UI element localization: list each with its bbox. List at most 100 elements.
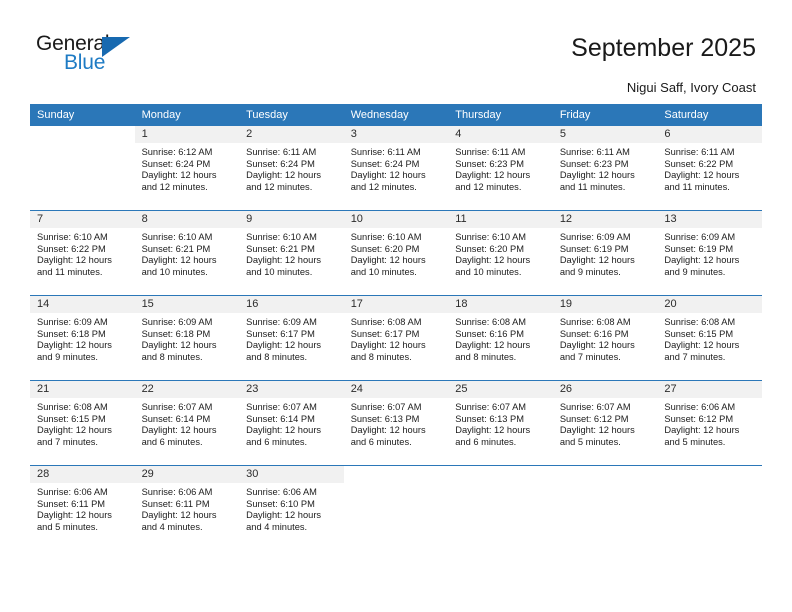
day-number: 23 [239,381,344,398]
calendar-day-cell[interactable]: 19 Sunrise: 6:08 AM Sunset: 6:16 PM Dayligh… [552,295,658,381]
daylight-text-line2: and 8 minutes. [246,351,308,362]
daylight-text-line1: Daylight: 12 hours [246,510,322,521]
calendar-day-cell[interactable]: 22 Sunrise: 6:07 AM Sunset: 6:14 PM Dayligh… [134,380,240,466]
calendar-day-cell[interactable]: 16 Sunrise: 6:09 AM Sunset: 6:17 PM Dayligh… [239,295,344,381]
calendar-day-cell[interactable]: 24 Sunrise: 6:07 AM Sunset: 6:13 PM Dayligh… [343,380,449,466]
calendar-day-cell[interactable]: 28 Sunrise: 6:06 AM Sunset: 6:11 PM Dayligh… [30,465,135,550]
daylight-text-line1: Daylight: 12 hours [350,170,426,181]
day-number: 14 [30,296,135,313]
sunrise-text: Sunrise: 6:12 AM [141,147,213,157]
day-number: 19 [552,296,658,313]
day-number: 26 [552,381,658,398]
sunset-text: Sunset: 6:22 PM [37,243,106,254]
daylight-text-line1: Daylight: 12 hours [141,425,217,436]
daylight-text-line1: Daylight: 12 hours [455,255,531,266]
calendar-day-cell[interactable]: 30 Sunrise: 6:06 AM Sunset: 6:10 PM Dayligh… [239,465,344,550]
calendar-day-cell[interactable]: 9 Sunrise: 6:10 AM Sunset: 6:21 PM Daylight… [239,210,344,296]
calendar-day-cell[interactable]: 13 Sunrise: 6:09 AM Sunset: 6:19 PM Dayligh… [657,210,762,296]
sunset-text: Sunset: 6:24 PM [141,158,211,169]
calendar-day-cell[interactable]: 8 Sunrise: 6:10 AM Sunset: 6:21 PM Daylight… [134,210,240,296]
daylight-text-line2: and 10 minutes. [141,266,208,277]
calendar-day-cell[interactable]: 2 Sunrise: 6:11 AM Sunset: 6:24 PM Daylight… [239,126,344,211]
calendar-day-cell[interactable]: 1 Sunrise: 6:12 AM Sunset: 6:24 PM Daylight… [134,126,240,211]
calendar-day-cell[interactable]: 14 Sunrise: 6:09 AM Sunset: 6:18 PM Dayligh… [30,295,135,381]
daylight-text-line2: and 4 minutes. [246,521,308,532]
daylight-text-line2: and 10 minutes. [350,266,417,277]
daylight-text-line1: Daylight: 12 hours [141,510,217,521]
calendar-day-cell[interactable]: 6 Sunrise: 6:11 AM Sunset: 6:22 PM Daylight… [657,126,762,211]
daylight-text-line2: and 9 minutes. [664,266,726,277]
daylight-text-line1: Daylight: 12 hours [664,255,740,266]
calendar-day-cell[interactable]: 29 Sunrise: 6:06 AM Sunset: 6:11 PM Dayligh… [134,465,240,550]
daylight-text-line1: Daylight: 12 hours [37,255,112,266]
page-title: September 2025 [571,34,756,62]
daylight-text-line2: and 11 minutes. [37,266,103,277]
daylight-text-line1: Daylight: 12 hours [37,425,112,436]
calendar-week-row: 21 Sunrise: 6:08 AM Sunset: 6:15 PM Dayligh… [30,380,762,466]
sunset-text: Sunset: 6:14 PM [141,413,211,424]
sunrise-text: Sunrise: 6:08 AM [559,317,631,327]
sunset-text: Sunset: 6:24 PM [350,158,420,169]
day-number [657,466,762,483]
calendar-day-cell[interactable]: 23 Sunrise: 6:07 AM Sunset: 6:14 PM Dayligh… [239,380,344,466]
daylight-text-line1: Daylight: 12 hours [37,340,112,351]
sunset-text: Sunset: 6:12 PM [664,413,734,424]
daylight-text-line1: Daylight: 12 hours [559,170,635,181]
daylight-text-line1: Daylight: 12 hours [350,255,426,266]
sunset-text: Sunset: 6:18 PM [37,328,106,339]
sunset-text: Sunset: 6:18 PM [141,328,211,339]
daylight-text-line2: and 11 minutes. [559,181,626,192]
calendar-day-cell[interactable] [552,465,658,550]
calendar-week-row: 7 Sunrise: 6:10 AM Sunset: 6:22 PM Daylight… [30,210,762,296]
calendar-day-cell[interactable]: 10 Sunrise: 6:10 AM Sunset: 6:20 PM Dayligh… [343,210,449,296]
daylight-text-line1: Daylight: 12 hours [559,425,635,436]
sunrise-text: Sunrise: 6:07 AM [455,402,527,412]
sunrise-text: Sunrise: 6:06 AM [141,487,213,497]
sunrise-text: Sunrise: 6:09 AM [246,317,317,327]
sunrise-text: Sunrise: 6:09 AM [37,317,108,327]
daylight-text-line1: Daylight: 12 hours [246,425,322,436]
daylight-text-line2: and 9 minutes. [37,351,98,362]
day-number [343,466,449,483]
sunset-text: Sunset: 6:24 PM [246,158,315,169]
calendar-day-cell[interactable]: 15 Sunrise: 6:09 AM Sunset: 6:18 PM Dayligh… [134,295,240,381]
calendar-day-cell[interactable]: 11 Sunrise: 6:10 AM Sunset: 6:20 PM Dayligh… [448,210,553,296]
brand-logo[interactable]: General Blue [36,32,166,78]
day-number: 5 [552,126,658,143]
sunrise-text: Sunrise: 6:07 AM [350,402,422,412]
sunset-text: Sunset: 6:15 PM [37,413,106,424]
weekday-header-saturday: Saturday [657,104,762,126]
calendar-day-cell[interactable]: 27 Sunrise: 6:06 AM Sunset: 6:12 PM Dayligh… [657,380,762,466]
calendar-day-cell[interactable]: 17 Sunrise: 6:08 AM Sunset: 6:17 PM Dayligh… [343,295,449,381]
day-number [552,466,658,483]
daylight-text-line1: Daylight: 12 hours [664,170,740,181]
calendar-day-cell[interactable] [30,126,135,211]
sunrise-text: Sunrise: 6:06 AM [246,487,317,497]
daylight-text-line1: Daylight: 12 hours [37,510,112,521]
calendar-day-cell[interactable]: 26 Sunrise: 6:07 AM Sunset: 6:12 PM Dayligh… [552,380,658,466]
daylight-text-line2: and 7 minutes. [37,436,98,447]
calendar-week-row: 28 Sunrise: 6:06 AM Sunset: 6:11 PM Dayligh… [30,465,762,550]
sunrise-text: Sunrise: 6:11 AM [559,147,630,157]
calendar-body: 1 Sunrise: 6:12 AM Sunset: 6:24 PM Daylight… [30,126,762,550]
calendar-day-cell[interactable]: 5 Sunrise: 6:11 AM Sunset: 6:23 PM Daylight… [552,126,658,211]
calendar-day-cell[interactable] [657,465,762,550]
calendar-day-cell[interactable]: 20 Sunrise: 6:08 AM Sunset: 6:15 PM Dayligh… [657,295,762,381]
daylight-text-line1: Daylight: 12 hours [559,255,635,266]
daylight-text-line2: and 5 minutes. [664,436,726,447]
calendar-day-cell[interactable]: 12 Sunrise: 6:09 AM Sunset: 6:19 PM Dayligh… [552,210,658,296]
calendar-day-cell[interactable]: 7 Sunrise: 6:10 AM Sunset: 6:22 PM Daylight… [30,210,135,296]
calendar-day-cell[interactable]: 18 Sunrise: 6:08 AM Sunset: 6:16 PM Dayligh… [448,295,553,381]
daylight-text-line1: Daylight: 12 hours [455,170,531,181]
calendar-day-cell[interactable]: 21 Sunrise: 6:08 AM Sunset: 6:15 PM Dayligh… [30,380,135,466]
sunrise-text: Sunrise: 6:08 AM [664,317,736,327]
sunrise-text: Sunrise: 6:11 AM [350,147,421,157]
calendar-day-cell[interactable]: 25 Sunrise: 6:07 AM Sunset: 6:13 PM Dayligh… [448,380,553,466]
calendar-day-cell[interactable]: 3 Sunrise: 6:11 AM Sunset: 6:24 PM Daylight… [343,126,449,211]
calendar-day-cell[interactable] [448,465,553,550]
calendar-page: General Blue September 2025 Nigui Saff, … [0,0,792,612]
daylight-text-line2: and 7 minutes. [559,351,621,362]
calendar-day-cell[interactable] [343,465,449,550]
calendar-day-cell[interactable]: 4 Sunrise: 6:11 AM Sunset: 6:23 PM Daylight… [448,126,553,211]
sunrise-text: Sunrise: 6:08 AM [350,317,422,327]
